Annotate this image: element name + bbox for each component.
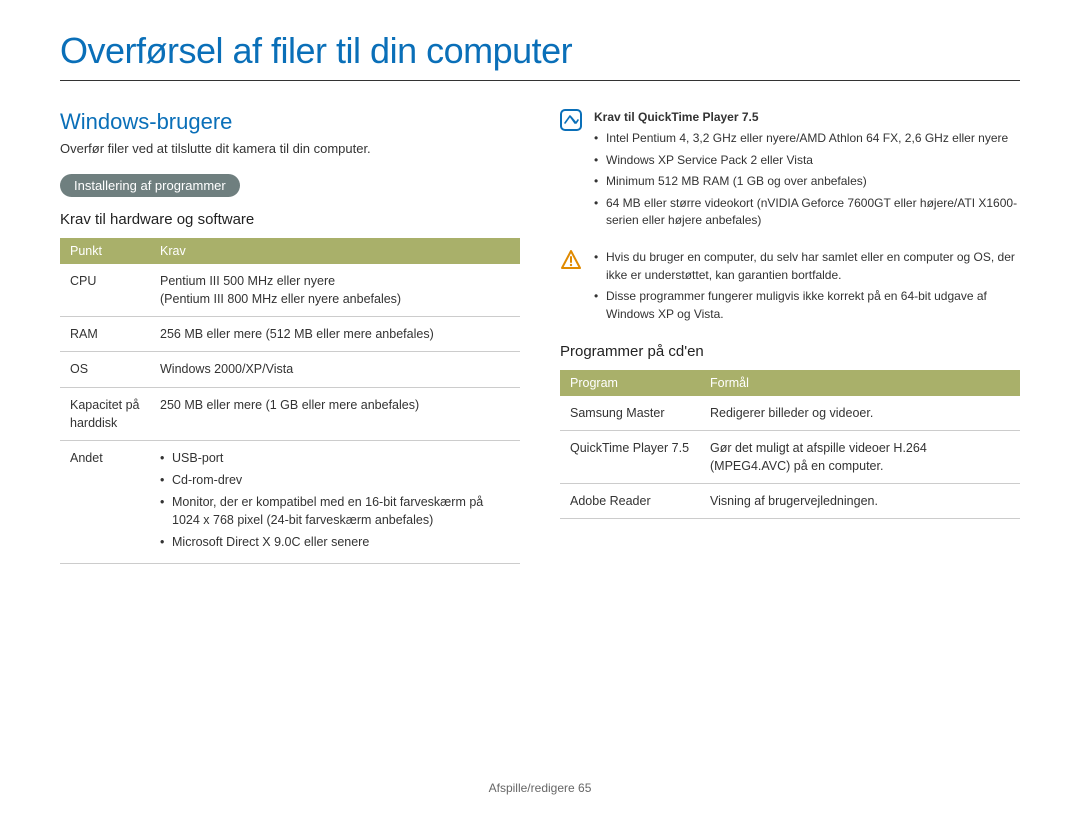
table-row: CPU Pentium III 500 MHz eller nyere (Pen… [60,264,520,317]
footer-page-number: 65 [578,781,591,795]
req-os-label: OS [60,352,150,387]
prog-purpose: Gør det muligt at afspille videoer H.264… [700,431,1020,484]
list-item: Monitor, der er kompatibel med en 16-bit… [160,493,510,529]
footer-section: Afspille/redigere [489,781,575,795]
list-item: Windows XP Service Pack 2 eller Vista [594,152,1020,169]
warning-icon [560,249,582,271]
prog-name: Samsung Master [560,396,700,431]
list-item: Cd-rom-drev [160,471,510,489]
req-disk-label: Kapacitet på harddisk [60,387,150,440]
req-other-value: USB-port Cd-rom-drev Monitor, der er kom… [150,440,520,564]
page-footer: Afspille/redigere 65 [0,781,1080,795]
list-item: USB-port [160,449,510,467]
info-box-quicktime: Krav til QuickTime Player 7.5 Intel Pent… [560,109,1020,233]
req-header-punkt: Punkt [60,238,150,264]
req-ram-label: RAM [60,317,150,352]
req-ram-value: 256 MB eller mere (512 MB eller mere anb… [150,317,520,352]
list-item: Hvis du bruger en computer, du selv har … [594,249,1020,284]
page-title: Overførsel af filer til din computer [60,30,1020,81]
req-other-label: Andet [60,440,150,564]
programs-heading: Programmer på cd'en [560,343,1020,360]
req-cpu-label: CPU [60,264,150,317]
req-header-krav: Krav [150,238,520,264]
prog-header-program: Program [560,370,700,396]
list-item: Microsoft Direct X 9.0C eller senere [160,533,510,551]
requirements-table: Punkt Krav CPU Pentium III 500 MHz eller… [60,238,520,564]
left-column: Windows-brugere Overfør filer ved at til… [60,109,520,564]
warning-box: Hvis du bruger en computer, du selv har … [560,249,1020,327]
table-row: Kapacitet på harddisk 250 MB eller mere … [60,387,520,440]
table-row: Samsung Master Redigerer billeder og vid… [560,396,1020,431]
programs-table: Program Formål Samsung Master Redigerer … [560,370,1020,520]
requirements-heading: Krav til hardware og software [60,211,520,228]
prog-name: Adobe Reader [560,484,700,519]
install-programs-pill: Installering af programmer [60,174,240,197]
prog-header-formal: Formål [700,370,1020,396]
table-row: RAM 256 MB eller mere (512 MB eller mere… [60,317,520,352]
prog-purpose: Visning af brugervejledningen. [700,484,1020,519]
note-icon [560,109,582,131]
list-item: Disse programmer fungerer muligvis ikke … [594,288,1020,323]
table-row: OS Windows 2000/XP/Vista [60,352,520,387]
intro-text: Overfør filer ved at tilslutte dit kamer… [60,141,520,156]
list-item: Intel Pentium 4, 3,2 GHz eller nyere/AMD… [594,130,1020,147]
table-row: QuickTime Player 7.5 Gør det muligt at a… [560,431,1020,484]
table-row: Adobe Reader Visning af brugervejledning… [560,484,1020,519]
info-box-title: Krav til QuickTime Player 7.5 [594,109,1020,126]
list-item: Minimum 512 MB RAM (1 GB og over anbefal… [594,173,1020,190]
right-column: Krav til QuickTime Player 7.5 Intel Pent… [560,109,1020,564]
list-item: 64 MB eller større videokort (nVIDIA Gef… [594,195,1020,230]
table-row: Andet USB-port Cd-rom-drev Monitor, der … [60,440,520,564]
req-os-value: Windows 2000/XP/Vista [150,352,520,387]
section-heading-windows: Windows-brugere [60,109,520,135]
req-cpu-value: Pentium III 500 MHz eller nyere (Pentium… [150,264,520,317]
prog-name: QuickTime Player 7.5 [560,431,700,484]
prog-purpose: Redigerer billeder og videoer. [700,396,1020,431]
req-disk-value: 250 MB eller mere (1 GB eller mere anbef… [150,387,520,440]
